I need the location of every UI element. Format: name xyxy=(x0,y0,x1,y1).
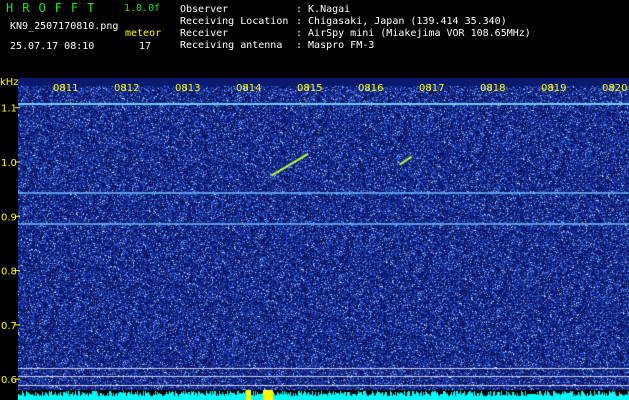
location-label: Receiving Location xyxy=(180,16,289,27)
record-datetime: 25.07.17 08:10 xyxy=(10,41,95,52)
x-tick-label: 0813 xyxy=(175,83,200,94)
y-tick-label: 0.6 xyxy=(1,375,17,386)
app-title: HROFFT xyxy=(6,1,104,15)
x-tick-label: 0811 xyxy=(53,83,78,94)
x-tick-label: 0817 xyxy=(419,83,444,94)
receiver-value: : AirSpy mini (Miakejima VOR 108.65MHz) xyxy=(296,28,531,39)
x-tick-label: 0814 xyxy=(236,83,261,94)
y-tick-label: 1.1 xyxy=(1,104,17,115)
file-name: KN9_2507170810.png xyxy=(10,21,119,32)
observer-label: Observer xyxy=(180,4,229,15)
y-tick-label: 0.8 xyxy=(1,267,17,278)
y-axis-unit: kHz xyxy=(0,78,19,88)
observer-value: : K.Nagai xyxy=(296,4,351,15)
x-tick-label: 0816 xyxy=(358,83,383,94)
x-axis-ticks: 0811 0812 0813 0814 0815 0816 0817 0818 0819 0820 xyxy=(53,83,627,94)
x-tick-label: 0818 xyxy=(480,83,505,94)
x-tick-label: 0820 xyxy=(602,83,627,94)
x-tick-label: 0812 xyxy=(114,83,139,94)
y-tick-label: 0.9 xyxy=(1,212,17,223)
app-version: 1.0.0f xyxy=(124,3,161,14)
spectrogram-axes: kHz 0811 0812 0813 0814 0815 0816 0817 0818 0819… xyxy=(0,78,627,386)
x-tick-label: 0819 xyxy=(541,83,566,94)
antenna-value: : Maspro FM-3 xyxy=(296,40,375,51)
y-axis-ticks: 1.1 1.0 0.9 0.8 0.7 0.6 xyxy=(1,104,20,386)
hrofft-window: HROFFT 1.0.0f KN9_2507170810.png meteor … xyxy=(0,0,629,400)
receiver-label: Receiver xyxy=(180,28,229,39)
y-tick-label: 0.7 xyxy=(1,321,17,332)
y-tick-label: 1.0 xyxy=(1,158,17,169)
location-value: : Chigasaki, Japan (139.414 35.340) xyxy=(296,16,507,27)
x-tick-label: 0815 xyxy=(297,83,322,94)
meteor-count: 17 xyxy=(139,41,152,52)
meteor-label: meteor xyxy=(125,28,162,39)
antenna-label: Receiving antenna xyxy=(180,40,283,51)
